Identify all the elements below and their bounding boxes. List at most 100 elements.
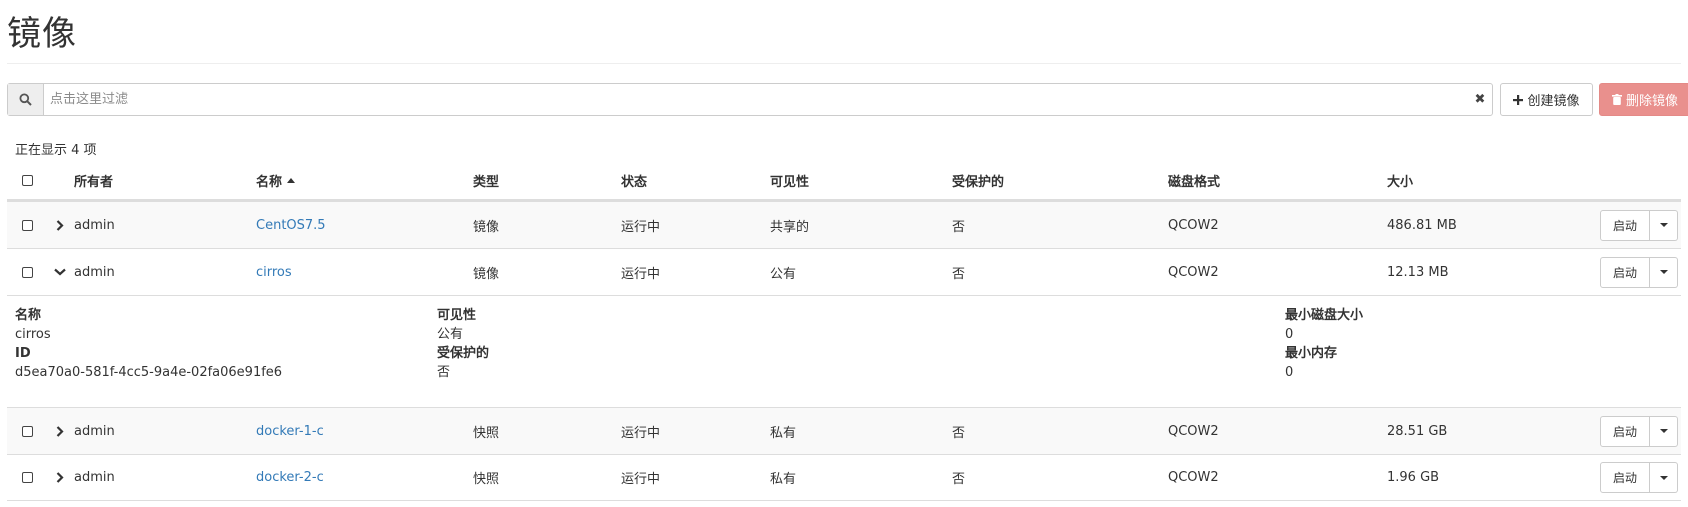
detail-column-3: 最小磁盘大小 0 最小内存 0: [1285, 306, 1363, 382]
detail-name-value: cirros: [15, 327, 51, 342]
detail-min-ram-label: 最小内存: [1285, 346, 1338, 361]
row-checkbox[interactable]: [22, 425, 33, 437]
sort-up-icon: [287, 177, 296, 183]
header-protected[interactable]: 受保护的: [952, 161, 1004, 199]
row-protected: 否: [952, 472, 966, 487]
row-type: 镜像: [473, 266, 500, 282]
create-image-button[interactable]: 创建镜像: [1500, 83, 1593, 116]
detail-protected-label: 受保护的: [437, 346, 490, 361]
row-size: 28.51 GB: [1387, 423, 1448, 439]
trash-icon: [1611, 94, 1622, 105]
row-checkbox[interactable]: [22, 472, 33, 483]
toolbar: ✖ 创建镜像 删除镜像: [7, 83, 1688, 116]
detail-column-2: 可见性 公有 受保护的 否: [437, 306, 489, 382]
row-status: 运行中: [621, 266, 661, 282]
search-input[interactable]: [44, 84, 1468, 115]
caret-down-icon: [1659, 475, 1668, 480]
launch-button[interactable]: 启动: [1600, 415, 1650, 447]
row-actions: 启动: [1600, 256, 1678, 288]
row-disk-format: QCOW2: [1168, 470, 1219, 485]
table-row: admin docker-1-c 快照 运行中 私有 否 QCOW2 28.51…: [7, 407, 1681, 454]
actions-dropdown-toggle[interactable]: [1650, 462, 1678, 493]
row-owner: admin: [74, 423, 115, 439]
row-size: 12.13 MB: [1387, 264, 1449, 280]
header-name[interactable]: 名称: [256, 161, 296, 199]
row-type: 快照: [473, 425, 500, 441]
chevron-right-icon[interactable]: [53, 455, 67, 500]
caret-down-icon: [1659, 429, 1668, 433]
delete-image-button[interactable]: 删除镜像: [1599, 83, 1688, 116]
delete-image-label: 删除镜像: [1625, 94, 1678, 109]
actions-dropdown-toggle[interactable]: [1650, 415, 1678, 447]
detail-visibility-label: 可见性: [437, 308, 477, 323]
row-checkbox[interactable]: [22, 266, 33, 278]
row-type: 快照: [473, 472, 500, 487]
row-protected: 否: [952, 425, 966, 441]
header-size[interactable]: 大小: [1387, 161, 1413, 199]
search-icon: [8, 84, 44, 115]
row-owner: admin: [74, 217, 115, 233]
row-owner: admin: [74, 470, 115, 485]
actions-dropdown-toggle[interactable]: [1650, 209, 1678, 241]
row-type: 镜像: [473, 219, 500, 235]
caret-down-icon: [1659, 270, 1668, 274]
row-visibility: 公有: [770, 266, 797, 282]
row-actions: 启动: [1600, 462, 1678, 493]
table-row: admin CentOS7.5 镜像 运行中 共享的 否 QCOW2 486.8…: [7, 201, 1681, 248]
detail-min-disk-value: 0: [1285, 327, 1294, 342]
detail-min-disk-label: 最小磁盘大小: [1285, 308, 1364, 323]
chevron-down-icon[interactable]: [53, 249, 67, 295]
table-header: 所有者 名称 类型 状态 可见性 受保护的 磁盘格式 大小: [7, 161, 1681, 201]
detail-id-value: d5ea70a0-581f-4cc5-9a4e-02fa06e91fe6: [15, 365, 283, 380]
row-visibility: 私有: [770, 425, 797, 441]
detail-protected-value: 否: [437, 365, 451, 380]
header-status[interactable]: 状态: [621, 161, 647, 199]
actions-dropdown-toggle[interactable]: [1650, 256, 1678, 288]
row-name-link[interactable]: docker-2-c: [256, 455, 324, 500]
row-name-link[interactable]: CentOS7.5: [256, 202, 326, 248]
detail-visibility-value: 公有: [437, 327, 464, 342]
launch-button[interactable]: 启动: [1600, 462, 1650, 493]
row-name-link[interactable]: docker-1-c: [256, 408, 324, 454]
detail-min-ram-value: 0: [1285, 365, 1294, 380]
row-disk-format: QCOW2: [1168, 217, 1219, 233]
row-visibility: 私有: [770, 472, 797, 487]
header-disk-format[interactable]: 磁盘格式: [1168, 161, 1220, 199]
table-row: admin docker-2-c 快照 运行中 私有 否 QCOW2 1.96 …: [7, 454, 1681, 501]
row-status: 运行中: [621, 219, 661, 235]
row-actions: 启动: [1600, 415, 1678, 447]
header-type[interactable]: 类型: [473, 161, 499, 199]
detail-name-label: 名称: [15, 308, 42, 323]
row-disk-format: QCOW2: [1168, 264, 1219, 280]
title-divider: [7, 63, 1681, 64]
row-size: 1.96 GB: [1387, 470, 1440, 485]
row-size: 486.81 MB: [1387, 217, 1457, 233]
row-disk-format: QCOW2: [1168, 423, 1219, 439]
row-detail-panel: 名称 cirros ID d5ea70a0-581f-4cc5-9a4e-02f…: [7, 295, 1681, 407]
chevron-right-icon[interactable]: [53, 202, 67, 248]
search-group: ✖: [7, 83, 1493, 116]
row-visibility: 共享的: [770, 219, 810, 235]
detail-id-label: ID: [15, 346, 31, 361]
header-owner[interactable]: 所有者: [74, 161, 113, 199]
close-icon[interactable]: ✖: [1468, 84, 1492, 115]
caret-down-icon: [1659, 223, 1668, 227]
row-protected: 否: [952, 219, 966, 235]
create-image-label: 创建镜像: [1527, 94, 1580, 109]
header-visibility[interactable]: 可见性: [770, 161, 809, 199]
launch-button[interactable]: 启动: [1600, 209, 1650, 241]
item-count: 正在显示 4 项: [15, 143, 97, 158]
detail-column-1: 名称 cirros ID d5ea70a0-581f-4cc5-9a4e-02f…: [15, 306, 282, 382]
row-actions: 启动: [1600, 209, 1678, 241]
images-table: 所有者 名称 类型 状态 可见性 受保护的 磁盘格式 大小 admin Cent…: [7, 161, 1681, 501]
header-name-label: 名称: [256, 174, 283, 190]
row-protected: 否: [952, 266, 966, 282]
row-status: 运行中: [621, 472, 661, 487]
plus-icon: [1513, 94, 1524, 105]
select-all-checkbox[interactable]: [22, 174, 33, 186]
chevron-right-icon[interactable]: [53, 408, 67, 454]
row-name-link[interactable]: cirros: [256, 249, 292, 295]
row-checkbox[interactable]: [22, 219, 33, 231]
row-status: 运行中: [621, 425, 661, 441]
launch-button[interactable]: 启动: [1600, 256, 1650, 288]
